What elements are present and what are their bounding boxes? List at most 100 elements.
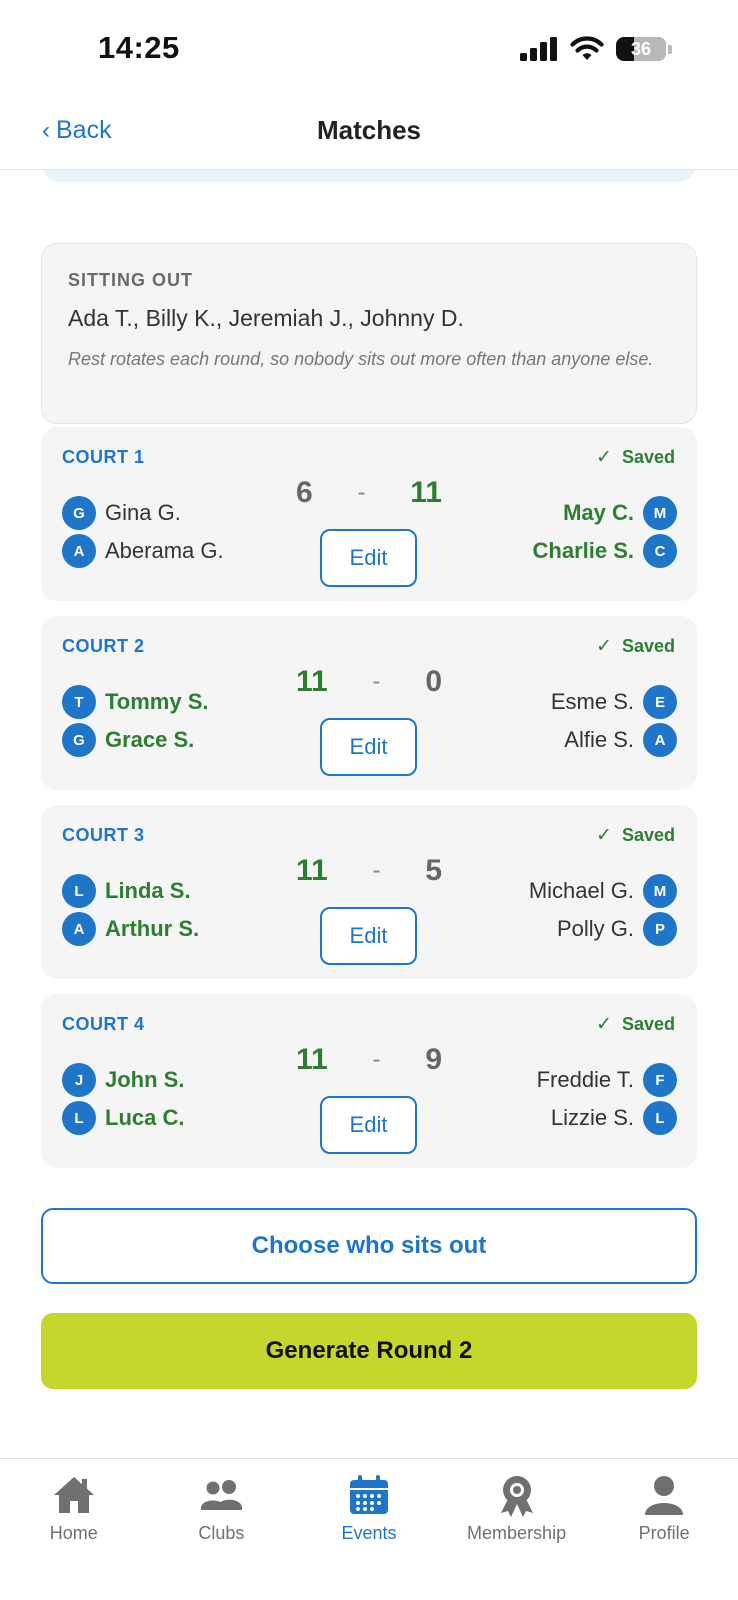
player-left-2: L Luca C. bbox=[62, 1101, 184, 1135]
player-left-2: G Grace S. bbox=[62, 723, 194, 757]
navigation-bar: ‹ Back Matches bbox=[0, 100, 738, 170]
court-label: COURT 2 bbox=[62, 636, 145, 656]
saved-status: ✓ Saved bbox=[596, 824, 675, 847]
player-right-1: May C. M bbox=[563, 496, 677, 530]
player-right-2: Alfie S. A bbox=[564, 723, 677, 757]
player-left-2: A Arthur S. bbox=[62, 912, 199, 946]
court-label: COURT 4 bbox=[62, 1014, 145, 1034]
edit-score-button[interactable]: Edit bbox=[320, 907, 417, 965]
score-display: 11 - 5 bbox=[296, 854, 442, 888]
player-left-1: T Tommy S. bbox=[62, 685, 209, 719]
checkmark-icon: ✓ bbox=[596, 636, 612, 657]
player-right-2: Lizzie S. L bbox=[551, 1101, 677, 1135]
score-right: 5 bbox=[425, 854, 442, 887]
score-separator: - bbox=[372, 1046, 381, 1073]
player-name: Freddie T. bbox=[536, 1067, 634, 1092]
player-right-1: Freddie T. F bbox=[537, 1063, 677, 1097]
saved-status: ✓ Saved bbox=[596, 1013, 675, 1036]
avatar: G bbox=[62, 723, 96, 757]
battery-cap bbox=[668, 44, 672, 54]
profile-icon bbox=[645, 1476, 684, 1515]
player-name: Gina G. bbox=[105, 500, 181, 525]
score-left: 11 bbox=[296, 665, 328, 698]
player-name: Tommy S. bbox=[105, 689, 209, 714]
status-bar: 14:25 36 bbox=[0, 0, 738, 100]
court-label: COURT 3 bbox=[62, 825, 145, 845]
avatar: C bbox=[643, 534, 677, 568]
home-icon bbox=[53, 1477, 94, 1513]
wifi-icon bbox=[570, 36, 604, 60]
edit-score-button[interactable]: Edit bbox=[320, 718, 417, 776]
checkmark-icon: ✓ bbox=[596, 447, 612, 468]
checkmark-icon: ✓ bbox=[596, 825, 612, 846]
score-right: 0 bbox=[425, 665, 442, 698]
avatar: T bbox=[62, 685, 96, 719]
player-left-1: G Gina G. bbox=[62, 496, 181, 530]
player-right-2: Polly G. P bbox=[557, 912, 677, 946]
saved-status: ✓ Saved bbox=[596, 446, 675, 469]
score-display: 11 - 9 bbox=[296, 1043, 442, 1077]
player-name: Alfie S. bbox=[564, 727, 634, 752]
score-display: 11 - 0 bbox=[296, 665, 442, 699]
generate-round-button[interactable]: Generate Round 2 bbox=[41, 1313, 697, 1389]
tab-home[interactable]: Home bbox=[0, 1459, 148, 1600]
cellular-signal-icon bbox=[520, 37, 557, 61]
matches-screen: 14:25 36 ‹ Back Matches SITTING OUT Ada … bbox=[0, 0, 738, 1600]
player-name: John S. bbox=[105, 1067, 185, 1092]
court-card-3: COURT 3 ✓ Saved L Linda S. A Arthur S. 1… bbox=[41, 805, 697, 979]
court-card-1: COURT 1 ✓ Saved G Gina G. A Aberama G. 6… bbox=[41, 427, 697, 601]
avatar: E bbox=[643, 685, 677, 719]
score-separator: - bbox=[357, 479, 366, 506]
battery-icon: 36 bbox=[616, 37, 666, 61]
player-left-1: L Linda S. bbox=[62, 874, 191, 908]
player-name: Luca C. bbox=[105, 1105, 185, 1130]
player-name: Charlie S. bbox=[532, 538, 634, 563]
edit-score-button[interactable]: Edit bbox=[320, 529, 417, 587]
page-title: Matches bbox=[316, 115, 422, 145]
avatar: M bbox=[643, 874, 677, 908]
calendar-icon bbox=[349, 1475, 388, 1514]
player-name: Linda S. bbox=[105, 878, 191, 903]
saved-label: Saved bbox=[621, 636, 675, 656]
tab-profile[interactable]: Profile bbox=[590, 1459, 738, 1600]
sitting-out-heading: SITTING OUT bbox=[68, 270, 193, 290]
score-separator: - bbox=[372, 668, 381, 695]
saved-label: Saved bbox=[621, 825, 675, 845]
player-right-2: Charlie S. C bbox=[533, 534, 677, 568]
sitting-out-note: Rest rotates each round, so nobody sits … bbox=[68, 349, 654, 369]
player-left-2: A Aberama G. bbox=[62, 534, 224, 568]
avatar: L bbox=[643, 1101, 677, 1135]
score-display: 6 - 11 bbox=[296, 476, 442, 510]
player-name: Polly G. bbox=[556, 916, 634, 941]
membership-badge-icon bbox=[500, 1476, 533, 1517]
avatar: L bbox=[62, 874, 96, 908]
player-name: Esme S. bbox=[550, 689, 634, 714]
score-right: 9 bbox=[425, 1043, 442, 1076]
checkmark-icon: ✓ bbox=[596, 1014, 612, 1035]
tab-label: Profile bbox=[638, 1523, 690, 1543]
battery-percentage: 36 bbox=[630, 38, 652, 59]
sitting-out-card: SITTING OUT Ada T., Billy K., Jeremiah J… bbox=[41, 243, 697, 424]
edit-score-button[interactable]: Edit bbox=[320, 1096, 417, 1154]
saved-label: Saved bbox=[621, 447, 675, 467]
player-name: Grace S. bbox=[105, 727, 195, 752]
saved-status: ✓ Saved bbox=[596, 635, 675, 658]
tab-events[interactable]: Events bbox=[295, 1459, 443, 1600]
court-label: COURT 1 bbox=[62, 447, 145, 467]
clubs-icon bbox=[201, 1480, 243, 1510]
avatar: L bbox=[62, 1101, 96, 1135]
choose-who-sits-out-button[interactable]: Choose who sits out bbox=[41, 1208, 697, 1284]
tab-membership[interactable]: Membership bbox=[443, 1459, 591, 1600]
tab-clubs[interactable]: Clubs bbox=[148, 1459, 296, 1600]
avatar: A bbox=[62, 912, 96, 946]
avatar: M bbox=[643, 496, 677, 530]
tab-label: Home bbox=[49, 1523, 98, 1543]
avatar: A bbox=[62, 534, 96, 568]
player-name: May C. bbox=[563, 500, 634, 525]
avatar: J bbox=[62, 1063, 96, 1097]
avatar: P bbox=[643, 912, 677, 946]
saved-label: Saved bbox=[621, 1014, 675, 1034]
player-right-1: Michael G. M bbox=[529, 874, 677, 908]
tab-bar: Home Clubs Events Membership Profile bbox=[0, 1458, 738, 1600]
status-time: 14:25 bbox=[98, 30, 180, 65]
